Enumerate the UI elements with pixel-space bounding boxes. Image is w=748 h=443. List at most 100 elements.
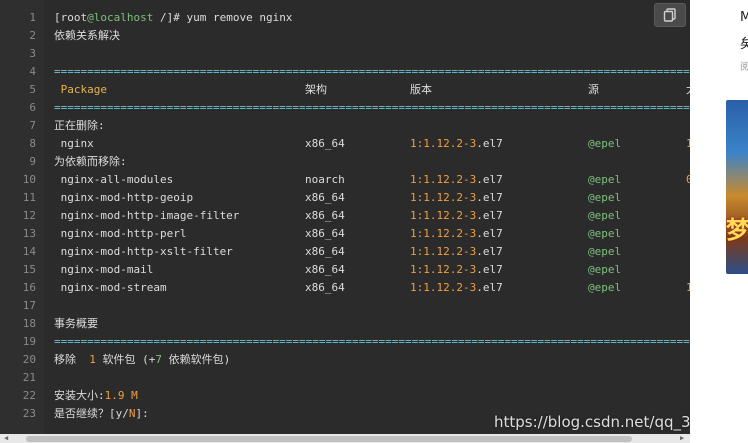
table-cell: @epel (588, 263, 622, 276)
text-segment: 为依赖而移除: (54, 155, 127, 168)
line-text: 是否继续？[y/N]: (54, 405, 149, 423)
text-segment: 软件包 (+ (95, 353, 156, 366)
text-segment: 是否继续？[y/ (54, 407, 129, 420)
table-cell: nginx-mod-stream (54, 281, 167, 294)
right-sidebar: M 矣 阅 梦 (716, 0, 748, 443)
terminal-line: 21 (0, 369, 690, 387)
table-cell: 1 (686, 137, 690, 150)
line-number: 21 (22, 371, 36, 384)
line-text: 正在删除: (54, 117, 105, 135)
terminal-line: 13 nginx-mod-http-perl x86_64 1:1.12.2-3.e… (0, 225, 690, 243)
table-cell: 1:1.12.2-3.el7 (410, 137, 503, 150)
horizontal-scrollbar[interactable]: ◀ ▶ (0, 434, 690, 443)
terminal-line: 16 nginx-mod-stream x86_64 1:1.12.2-3.el7 @… (0, 279, 690, 297)
line-number: 4 (29, 65, 36, 78)
text-segment: 依赖软件包) (162, 353, 231, 366)
terminal-line: 9 为依赖而移除: (0, 153, 690, 171)
table-cell: @epel (588, 281, 622, 294)
table-cell: @epel (588, 209, 622, 222)
terminal-line: 1 [root@localhost /]# yum remove nginx (0, 9, 690, 27)
line-text: ========================================… (54, 63, 690, 81)
line-number: 3 (29, 47, 36, 60)
line-number: 19 (22, 335, 36, 348)
line-number: 11 (22, 191, 36, 204)
table-cell: nginx-mod-mail (54, 263, 154, 276)
table-cell: @epel (588, 191, 622, 204)
line-number: 18 (22, 317, 36, 330)
table-cell: nginx-all-modules (54, 173, 174, 186)
line-number: 13 (22, 227, 36, 240)
terminal-line: 18 事务概要 (0, 315, 690, 333)
table-cell: 1:1.12.2-3.el7 (410, 281, 503, 294)
table-cell: 1:1.12.2-3.el7 (410, 227, 503, 240)
line-number: 10 (22, 173, 36, 186)
table-cell: x86_64 (305, 245, 345, 258)
text-segment: 依赖关系解决 (54, 29, 120, 42)
table-cell: 1:1.12.2-3.el7 (410, 245, 503, 258)
line-number: 16 (22, 281, 36, 294)
line-text: 移除 1 软件包 (+7 依赖软件包) (54, 351, 230, 369)
table-cell: Package (54, 83, 107, 96)
line-number: 17 (22, 299, 36, 312)
text-segment: ========================================… (54, 65, 690, 78)
table-cell: nginx-mod-http-geoip (54, 191, 194, 204)
line-text: 依赖关系解决 (54, 27, 120, 45)
line-text: [root@localhost /]# yum remove nginx (54, 9, 292, 27)
terminal-line: 19 ======================================… (0, 333, 690, 351)
line-number: 2 (29, 29, 36, 42)
table-cell: 1:1.12.2-3.el7 (410, 191, 503, 204)
line-number: 20 (22, 353, 36, 366)
terminal-line: 6 =======================================… (0, 99, 690, 117)
text-segment: 正在删除: (54, 119, 105, 132)
table-cell: nginx-mod-http-perl (54, 227, 187, 240)
terminal-line: 5 Package 架构 版本 源 大 (0, 81, 690, 99)
copy-icon (663, 8, 676, 22)
text-segment: ========================================… (54, 101, 690, 114)
table-cell: 大 (686, 81, 690, 99)
terminal-line: 11 nginx-mod-http-geoip x86_64 1:1.12.2-3.… (0, 189, 690, 207)
table-cell: noarch (305, 173, 345, 186)
table-cell: 版本 (410, 83, 432, 96)
copy-button[interactable] (654, 3, 686, 27)
line-number: 14 (22, 245, 36, 258)
line-text: 事务概要 (54, 315, 98, 333)
sidebar-meta: 阅 (740, 62, 748, 73)
text-segment: 1.9 M (104, 389, 138, 402)
table-cell: x86_64 (305, 191, 345, 204)
table-cell: 1:1.12.2-3.el7 (410, 263, 503, 276)
sidebar-text[interactable]: M (740, 10, 748, 25)
line-number: 9 (29, 155, 36, 168)
line-number: 1 (29, 11, 36, 24)
terminal-line: 8 nginx x86_64 1:1.12.2-3.el7 @epel 1 (0, 135, 690, 153)
table-cell: @epel (588, 227, 622, 240)
code-block: 1 [root@localhost /]# yum remove nginx 2 依赖… (0, 0, 690, 434)
terminal-line: 4 =======================================… (0, 63, 690, 81)
table-cell: x86_64 (305, 263, 345, 276)
terminal-line: 3 (0, 45, 690, 63)
table-cell: 1 (686, 281, 690, 294)
table-cell: 0 (686, 173, 690, 186)
terminal-line: 17 (0, 297, 690, 315)
table-cell: 1:1.12.2-3.el7 (410, 173, 503, 186)
table-cell: nginx (54, 137, 94, 150)
scroll-right-icon[interactable]: ▶ (680, 435, 684, 442)
terminal-line: 12 nginx-mod-http-image-filter x86_64 1:1.… (0, 207, 690, 225)
line-text: 安装大小:1.9 M (54, 387, 138, 405)
terminal-line: 10 nginx-all-modules noarch 1:1.12.2-3.el7… (0, 171, 690, 189)
ad-banner-text: 梦 (726, 216, 748, 244)
text-segment: 事务概要 (54, 317, 98, 330)
ad-banner[interactable] (726, 100, 748, 274)
scrollbar-thumb[interactable] (26, 436, 632, 442)
line-number: 6 (29, 101, 36, 114)
line-number: 12 (22, 209, 36, 222)
sidebar-text[interactable]: 矣 (740, 33, 748, 52)
terminal-line: 22 安装大小:1.9 M (0, 387, 690, 405)
table-cell: x86_64 (305, 137, 345, 150)
scroll-left-icon[interactable]: ◀ (4, 435, 8, 442)
table-cell: x86_64 (305, 227, 345, 240)
line-text: ========================================… (54, 333, 690, 351)
text-segment: 7 (155, 353, 162, 366)
table-cell: nginx-mod-http-image-filter (54, 209, 240, 222)
table-cell: x86_64 (305, 281, 345, 294)
line-text: ========================================… (54, 99, 690, 117)
